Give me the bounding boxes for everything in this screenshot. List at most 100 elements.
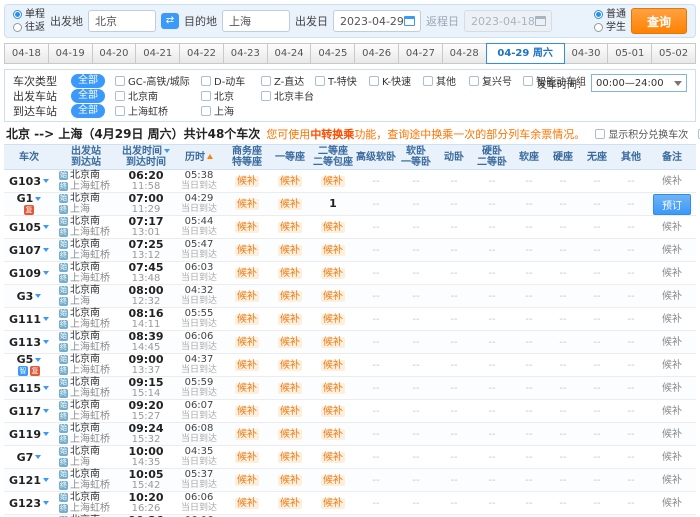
- filter-option[interactable]: 上海虹桥: [115, 103, 201, 118]
- passenger-normal-radio[interactable]: 普通: [594, 9, 626, 21]
- waitlist-link[interactable]: 候补: [235, 406, 259, 417]
- waitlist-link[interactable]: 候补: [278, 176, 302, 187]
- waitlist-link[interactable]: 候补: [235, 429, 259, 440]
- waitlist-remark[interactable]: 候补: [662, 337, 682, 348]
- filter-option[interactable]: 北京丰台: [261, 88, 315, 103]
- date-tab-04-21[interactable]: 04-21: [135, 43, 180, 64]
- waitlist-link[interactable]: 候补: [235, 337, 259, 348]
- swap-stations-button[interactable]: ⇄: [161, 13, 179, 29]
- column-header[interactable]: 硬座: [546, 145, 580, 170]
- waitlist-link[interactable]: 候补: [321, 406, 345, 417]
- date-tab-04-19[interactable]: 04-19: [48, 43, 93, 64]
- filter-option[interactable]: D-动车: [201, 73, 261, 88]
- waitlist-link[interactable]: 候补: [321, 268, 345, 279]
- waitlist-link[interactable]: 候补: [278, 245, 302, 256]
- waitlist-link[interactable]: 候补: [278, 383, 302, 394]
- filter-option[interactable]: 北京南: [115, 88, 201, 103]
- waitlist-link[interactable]: 候补: [321, 222, 345, 233]
- filter-option[interactable]: T-特快: [315, 73, 369, 88]
- waitlist-link[interactable]: 候补: [235, 245, 259, 256]
- waitlist-link[interactable]: 候补: [278, 452, 302, 463]
- date-tab-04-26[interactable]: 04-26: [354, 43, 399, 64]
- waitlist-link[interactable]: 候补: [321, 245, 345, 256]
- sort-desc-icon[interactable]: [164, 149, 170, 153]
- query-button[interactable]: 查询: [631, 8, 687, 34]
- waitlist-link[interactable]: 候补: [321, 452, 345, 463]
- train-number[interactable]: G113: [4, 337, 54, 348]
- waitlist-link[interactable]: 候补: [235, 475, 259, 486]
- date-tab-04-27[interactable]: 04-27: [398, 43, 443, 64]
- waitlist-link[interactable]: 候补: [235, 498, 259, 509]
- date-tab-04-20[interactable]: 04-20: [92, 43, 137, 64]
- passenger-student-radio[interactable]: 学生: [594, 22, 626, 34]
- waitlist-link[interactable]: 候补: [278, 199, 302, 210]
- sort-asc-icon[interactable]: [207, 154, 213, 159]
- transfer-link[interactable]: 中转换乘: [310, 128, 354, 141]
- date-tab-04-28[interactable]: 04-28: [442, 43, 487, 64]
- filter-option[interactable]: GC-高铁/城际: [115, 73, 201, 88]
- waitlist-remark[interactable]: 候补: [662, 383, 682, 394]
- waitlist-link[interactable]: 候补: [278, 406, 302, 417]
- column-header[interactable]: 车次: [4, 145, 54, 170]
- column-header[interactable]: 商务座特等座: [224, 145, 270, 170]
- waitlist-link[interactable]: 候补: [235, 360, 259, 371]
- train-number[interactable]: G111: [4, 314, 54, 325]
- date-tab-05-01[interactable]: 05-01: [607, 43, 652, 64]
- column-header[interactable]: 软座: [512, 145, 546, 170]
- column-header[interactable]: 硬卧二等卧: [472, 145, 512, 170]
- waitlist-remark[interactable]: 候补: [662, 268, 682, 279]
- train-number[interactable]: G117: [4, 406, 54, 417]
- train-number[interactable]: G103: [4, 176, 54, 187]
- waitlist-link[interactable]: 候补: [235, 199, 259, 210]
- waitlist-link[interactable]: 候补: [321, 337, 345, 348]
- date-tab-05-02[interactable]: 05-02: [651, 43, 696, 64]
- column-header[interactable]: 动卧: [436, 145, 472, 170]
- trip-oneway-radio[interactable]: 单程: [13, 9, 45, 21]
- waitlist-link[interactable]: 候补: [278, 429, 302, 440]
- filter-option[interactable]: Z-直达: [261, 73, 315, 88]
- waitlist-remark[interactable]: 候补: [662, 406, 682, 417]
- date-tab-04-22[interactable]: 04-22: [179, 43, 224, 64]
- filter-all-badge[interactable]: 全部: [71, 74, 105, 88]
- depart-time-select[interactable]: 00:00—24:00: [591, 74, 687, 92]
- waitlist-link[interactable]: 候补: [235, 268, 259, 279]
- depart-date-input[interactable]: 2023-04-29: [333, 10, 421, 32]
- waitlist-link[interactable]: 候补: [235, 383, 259, 394]
- train-number[interactable]: G115: [4, 383, 54, 394]
- waitlist-link[interactable]: 候补: [321, 176, 345, 187]
- column-header[interactable]: 软卧一等卧: [396, 145, 436, 170]
- train-number[interactable]: G109: [4, 268, 54, 279]
- column-header[interactable]: 出发时间到达时间: [118, 145, 174, 170]
- waitlist-link[interactable]: 候补: [321, 291, 345, 302]
- waitlist-link[interactable]: 候补: [321, 314, 345, 325]
- waitlist-link[interactable]: 候补: [321, 383, 345, 394]
- waitlist-link[interactable]: 候补: [278, 314, 302, 325]
- waitlist-remark[interactable]: 候补: [662, 429, 682, 440]
- waitlist-remark[interactable]: 候补: [662, 360, 682, 371]
- waitlist-link[interactable]: 候补: [235, 176, 259, 187]
- waitlist-remark[interactable]: 候补: [662, 245, 682, 256]
- train-number[interactable]: G7: [4, 452, 54, 463]
- column-header[interactable]: 一等座: [270, 145, 310, 170]
- date-tab-04-25[interactable]: 04-25: [310, 43, 355, 64]
- column-header[interactable]: 其他: [614, 145, 648, 170]
- show-points-trains-toggle[interactable]: 显示积分兑换车次: [595, 126, 688, 141]
- waitlist-link[interactable]: 候补: [278, 337, 302, 348]
- waitlist-remark[interactable]: 候补: [662, 498, 682, 509]
- waitlist-remark[interactable]: 候补: [662, 475, 682, 486]
- train-number[interactable]: G1: [4, 193, 54, 204]
- book-button[interactable]: 预订: [653, 194, 691, 215]
- train-number[interactable]: G123: [4, 498, 54, 509]
- filter-option[interactable]: 北京: [201, 88, 261, 103]
- train-number[interactable]: G3: [4, 291, 54, 302]
- waitlist-link[interactable]: 候补: [321, 475, 345, 486]
- filter-option[interactable]: K-快速: [369, 73, 423, 88]
- date-tab-04-30[interactable]: 04-30: [564, 43, 609, 64]
- waitlist-link[interactable]: 候补: [278, 498, 302, 509]
- waitlist-link[interactable]: 候补: [278, 360, 302, 371]
- waitlist-link[interactable]: 候补: [278, 268, 302, 279]
- waitlist-link[interactable]: 候补: [278, 291, 302, 302]
- waitlist-link[interactable]: 候补: [321, 360, 345, 371]
- column-header[interactable]: 历时: [174, 145, 224, 170]
- train-number[interactable]: G5: [4, 354, 54, 365]
